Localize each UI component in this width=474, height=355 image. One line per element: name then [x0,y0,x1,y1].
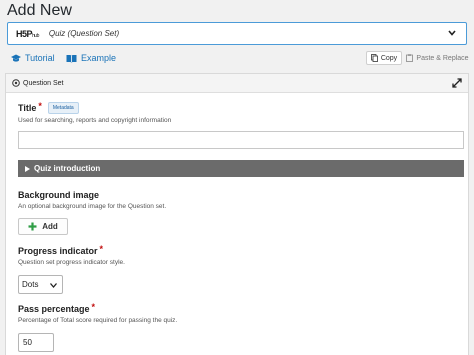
required-marker: * [38,101,42,111]
copy-button[interactable]: Copy [366,51,402,65]
quiz-introduction-label: Quiz introduction [34,164,101,173]
content-type-name: Quiz (Question Set) [48,29,120,38]
copy-icon [370,54,378,62]
title-label: Title [18,103,37,113]
title-input[interactable] [18,131,464,149]
paste-replace-button[interactable]: Paste & Replace [406,51,469,65]
progress-indicator-field: Progress indicator * Question set progres… [18,244,125,266]
progress-indicator-label: Progress indicator [18,246,98,256]
tutorial-label: Tutorial [25,53,55,63]
question-set-icon [12,79,20,87]
pass-percentage-field: Pass percentage * Percentage of Total sco… [18,302,178,324]
content-type-selector[interactable]: H5Phub Quiz (Question Set) [7,22,467,45]
title-description: Used for searching, reports and copyrigh… [18,117,172,124]
pass-percentage-description: Percentage of Total score required for p… [18,317,178,324]
add-label: Add [42,222,58,231]
pass-percentage-input[interactable]: 50 [18,333,54,352]
tutorial-icon [11,54,21,62]
background-image-description: An optional background image for the Que… [18,203,167,210]
chevron-down-icon [50,283,57,288]
copy-label: Copy [380,54,398,62]
page-title: Add New [7,2,72,19]
paste-replace-label: Paste & Replace [416,54,469,62]
add-image-button[interactable]: Add [18,218,68,235]
background-image-field: Background image An optional background … [18,190,166,210]
progress-indicator-value: Dots [22,280,39,289]
h5p-logo: H5Phub [16,28,39,39]
pass-percentage-label: Pass percentage [18,304,90,314]
progress-indicator-select[interactable]: Dots [18,275,63,294]
editor-header: Question Set [6,74,468,93]
quiz-introduction-group[interactable]: Quiz introduction [18,160,464,177]
example-label: Example [81,53,117,63]
chevron-down-icon [448,30,456,36]
example-link[interactable]: Example [66,53,116,63]
editor-header-label: Question Set [23,79,64,87]
title-field: Title * Metadata Used for searching, repor… [18,101,172,124]
paste-icon [406,54,414,62]
question-set-editor: Question Set Title * Metadata Used for sea… [5,73,469,355]
triangle-right-icon [25,165,30,172]
background-image-label: Background image [18,190,100,200]
progress-indicator-description: Question set progress indicator style. [18,259,125,266]
expand-icon[interactable] [452,78,462,88]
plus-icon [28,222,37,231]
example-icon [66,54,77,63]
required-marker: * [91,302,96,312]
required-marker: * [99,244,104,254]
metadata-button[interactable]: Metadata [47,102,79,114]
tutorial-link[interactable]: Tutorial [11,53,55,63]
